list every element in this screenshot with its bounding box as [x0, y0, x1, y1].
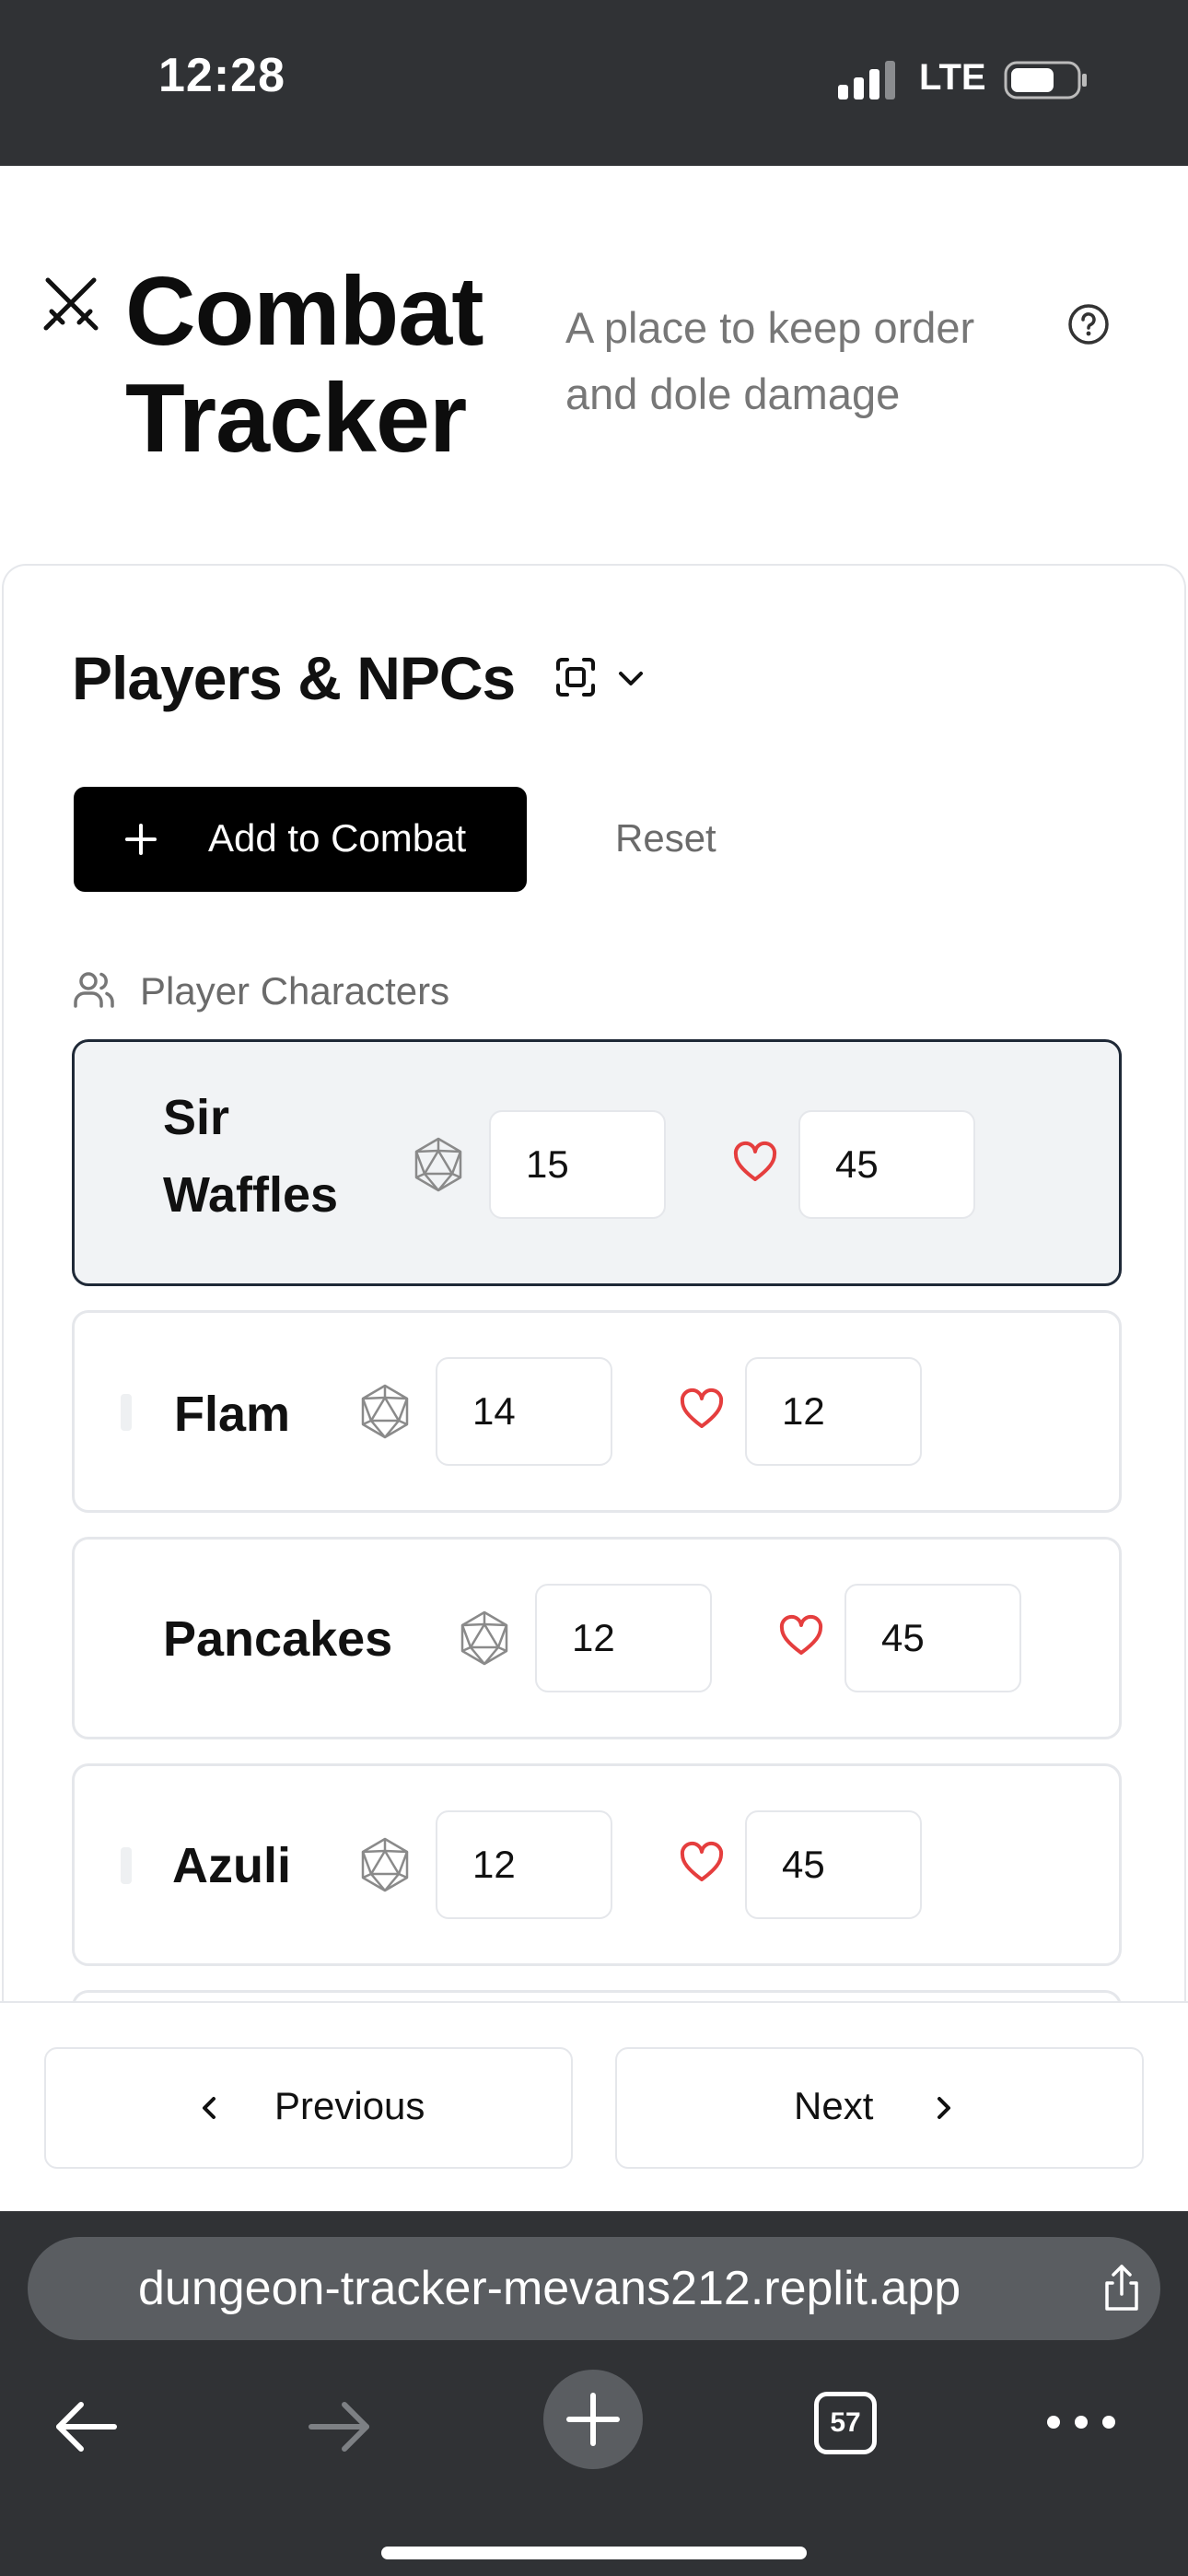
address-bar[interactable]: dungeon-tracker-mevans212.replit.app [28, 2237, 1160, 2340]
player-card[interactable]: Sir Waffles 15 45 [72, 1039, 1122, 1286]
player-name: Sir Waffles [163, 1090, 339, 1223]
player-card[interactable]: Flam 14 12 [72, 1310, 1122, 1513]
battery-icon [1004, 61, 1087, 100]
chevron-down-icon[interactable] [615, 663, 646, 695]
hp-input[interactable]: 45 [798, 1110, 975, 1219]
combatants-panel: Players & NPCs Add to Combat Reset Playe… [2, 564, 1186, 2001]
crossed-swords-icon [43, 277, 99, 331]
heart-icon [680, 1388, 724, 1428]
d20-icon [361, 1837, 409, 1892]
users-icon [74, 972, 114, 1008]
reset-button[interactable]: Reset [615, 816, 716, 861]
share-icon[interactable] [1096, 2263, 1147, 2314]
plus-icon [566, 2393, 620, 2446]
next-label: Next [794, 2084, 874, 2127]
heart-icon [733, 1141, 777, 1181]
add-to-combat-button[interactable]: Add to Combat [74, 787, 527, 892]
previous-button[interactable]: Previous [44, 2047, 573, 2169]
back-arrow-icon[interactable] [52, 2392, 122, 2462]
player-name: Flam [174, 1387, 291, 1442]
network-label: LTE [919, 57, 986, 98]
initiative-input[interactable]: 15 [489, 1110, 666, 1219]
tabs-icon[interactable]: 57 [814, 2392, 877, 2454]
home-indicator[interactable] [381, 2547, 807, 2559]
next-button[interactable]: Next [615, 2047, 1144, 2169]
turn-navigation: Previous Next [0, 2001, 1188, 2211]
plus-icon [125, 824, 157, 855]
initiative-input[interactable]: 12 [436, 1810, 612, 1919]
new-tab-button[interactable] [543, 2370, 643, 2469]
initiative-input[interactable]: 12 [535, 1584, 712, 1692]
drag-handle[interactable] [121, 1394, 132, 1431]
player-name: Pancakes [163, 1611, 393, 1667]
chevron-right-icon [938, 2097, 950, 2119]
scan-icon[interactable] [554, 656, 597, 698]
group-label: Player Characters [140, 969, 450, 1013]
section-title: Players & NPCs [72, 644, 516, 712]
player-card[interactable]: Pancakes 12 45 [72, 1537, 1122, 1739]
initiative-input[interactable]: 14 [436, 1357, 612, 1466]
previous-label: Previous [274, 2084, 425, 2127]
heart-icon [680, 1841, 724, 1881]
chevron-left-icon [203, 2097, 215, 2119]
more-options-icon[interactable] [1044, 2408, 1118, 2436]
help-icon[interactable] [1066, 302, 1111, 346]
player-name: Azuli [172, 1838, 291, 1893]
add-to-combat-label: Add to Combat [208, 816, 467, 860]
d20-icon [361, 1384, 409, 1439]
page-subtitle: A place to keep order and dole damage [565, 303, 975, 418]
hp-input[interactable]: 45 [745, 1810, 922, 1919]
app-header: Combat Tracker A place to keep order and… [0, 166, 1188, 562]
hp-input[interactable]: 45 [844, 1584, 1021, 1692]
player-card[interactable] [72, 1990, 1122, 2001]
status-time: 12:28 [158, 49, 285, 102]
heart-icon [779, 1614, 823, 1655]
browser-toolbar: dungeon-tracker-mevans212.replit.app 57 [0, 2211, 1188, 2576]
player-card[interactable]: Azuli 12 45 [72, 1763, 1122, 1966]
hp-input[interactable]: 12 [745, 1357, 922, 1466]
page-title: Combat Tracker [125, 257, 484, 473]
forward-arrow-icon[interactable] [304, 2392, 374, 2462]
d20-icon [414, 1137, 462, 1192]
d20-icon [460, 1610, 508, 1666]
drag-handle[interactable] [121, 1847, 132, 1884]
url-text: dungeon-tracker-mevans212.replit.app [138, 2262, 961, 2315]
cellular-signal-icon [838, 61, 895, 100]
status-bar: 12:28 LTE [0, 0, 1188, 166]
